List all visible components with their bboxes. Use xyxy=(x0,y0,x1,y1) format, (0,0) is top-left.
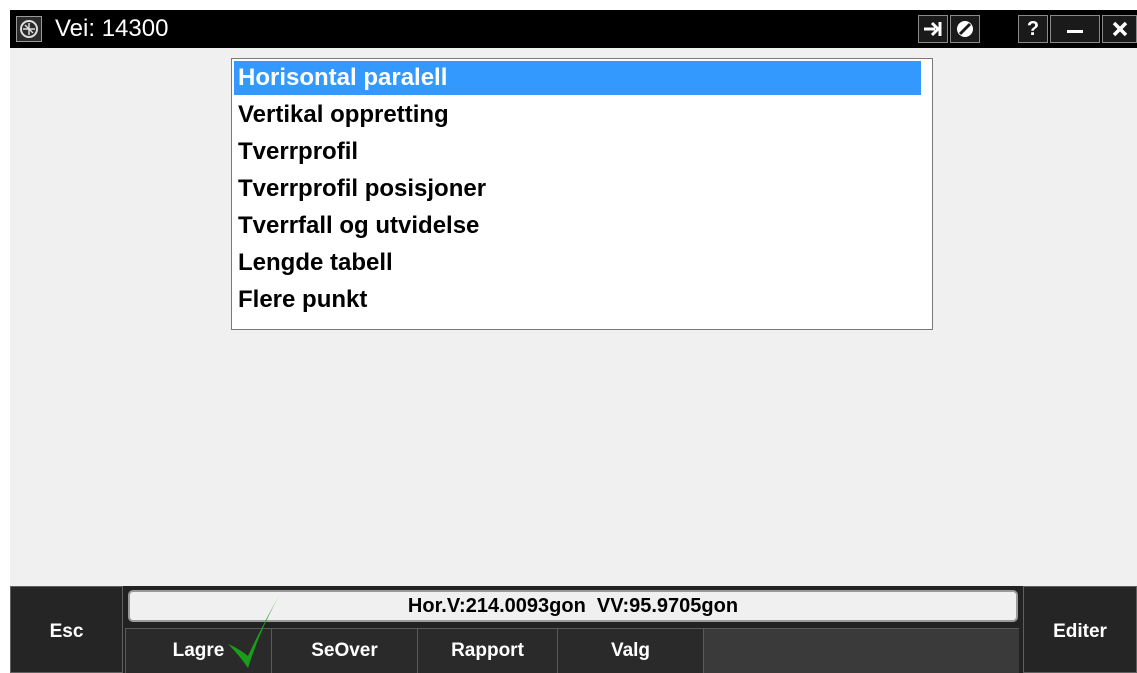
esc-button[interactable]: Esc xyxy=(10,586,123,673)
menu-item-flere-punkt[interactable]: Flere punkt xyxy=(234,283,921,317)
status-readout: Hor.V:214.0093gon VV:95.9705gon xyxy=(128,590,1018,622)
valg-button[interactable]: Valg xyxy=(557,628,703,673)
softkey-bar: Esc Hor.V:214.0093gon VV:95.9705gon Lagr… xyxy=(10,586,1137,673)
menu-item-tverrprofil-posisjoner[interactable]: Tverrprofil posisjoner xyxy=(234,172,921,206)
minimize-icon[interactable] xyxy=(1050,15,1100,43)
menu-item-horisontal-paralell[interactable]: Horisontal paralell xyxy=(234,61,921,95)
lagre-button[interactable]: Lagre xyxy=(125,628,271,673)
menu-item-tverrprofil[interactable]: Tverrprofil xyxy=(234,135,921,169)
esc-label: Esc xyxy=(49,621,84,642)
empty-softkey xyxy=(703,628,1019,673)
title-bar: Vei: 14300 ? xyxy=(10,10,1137,48)
rapport-button[interactable]: Rapport xyxy=(417,628,557,673)
menu-item-tverrfall-og-utvidelse[interactable]: Tverrfall og utvidelse xyxy=(234,209,921,243)
arrow-right-icon[interactable] xyxy=(918,15,948,43)
editer-button[interactable]: Editer xyxy=(1023,586,1137,673)
menu-list: Horisontal paralell Vertikal oppretting … xyxy=(231,58,933,330)
editer-label: Editer xyxy=(1053,621,1107,642)
disable-icon[interactable] xyxy=(950,15,980,43)
close-icon[interactable] xyxy=(1102,15,1137,43)
app-window: Vei: 14300 ? Horisontal paralell Vertika… xyxy=(10,10,1137,673)
app-logo-icon[interactable] xyxy=(16,16,42,42)
window-title: Vei: 14300 xyxy=(55,15,169,42)
help-label: ? xyxy=(1026,18,1040,40)
menu-item-vertikal-oppretting[interactable]: Vertikal oppretting xyxy=(234,98,921,132)
menu-item-lengde-tabell[interactable]: Lengde tabell xyxy=(234,246,921,280)
seover-button[interactable]: SeOver xyxy=(271,628,417,673)
help-icon[interactable]: ? xyxy=(1018,15,1048,43)
